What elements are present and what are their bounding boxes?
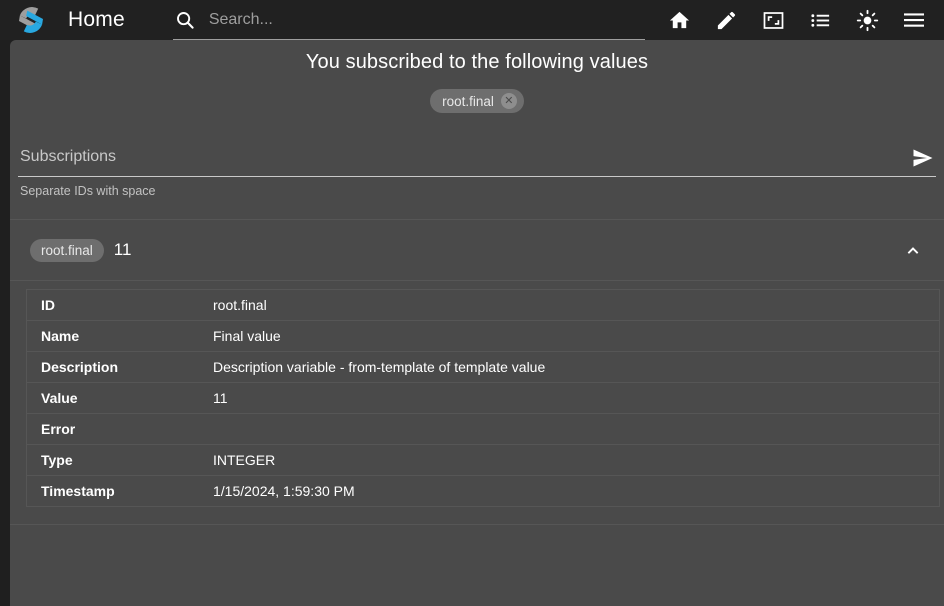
panel-chip-label: root.final <box>41 242 93 258</box>
subscriptions-input[interactable] <box>18 145 910 169</box>
detail-value: 1/15/2024, 1:59:30 PM <box>213 483 355 499</box>
panel-bottom-divider <box>10 524 944 525</box>
table-row: Timestamp 1/15/2024, 1:59:30 PM <box>27 476 940 507</box>
detail-value: Description variable - from-template of … <box>199 351 940 383</box>
detail-key: Value <box>26 382 199 414</box>
search-icon <box>175 10 195 30</box>
expansion-panel-body: ID root.final Name Final value Descripti… <box>10 281 944 507</box>
detail-key: ID <box>26 289 199 321</box>
table-row: Description Description variable - from-… <box>26 351 940 383</box>
table-row: Error <box>26 413 940 445</box>
table-row: Type INTEGER <box>26 444 940 476</box>
panel-chip: root.final <box>30 238 104 262</box>
panel-current-value: 11 <box>113 240 132 259</box>
detail-value <box>199 413 940 445</box>
detail-key: Timestamp <box>41 483 115 499</box>
content-card: You subscribed to the following values r… <box>10 40 944 606</box>
toolbar-icons <box>667 8 932 32</box>
hamburger-menu-icon[interactable] <box>902 8 926 32</box>
scada-s-logo-icon[interactable] <box>14 3 48 37</box>
search-bar[interactable] <box>172 0 645 40</box>
detail-value: Final value <box>199 320 940 352</box>
brightness-sun-icon[interactable] <box>855 8 879 32</box>
send-arrow-icon[interactable] <box>910 145 936 171</box>
table-row: Name Final value <box>26 320 940 352</box>
close-icon[interactable]: ✕ <box>500 93 517 109</box>
expansion-panel-header[interactable]: root.final 11 <box>10 220 944 280</box>
detail-value: root.final <box>199 289 940 321</box>
table-row: ID root.final <box>26 289 940 321</box>
detail-value: 11 <box>199 382 940 414</box>
subscriptions-field-hint: Separate IDs with space <box>20 184 156 198</box>
detail-key: Type <box>26 444 199 476</box>
detail-key: Error <box>26 413 199 445</box>
subscriptions-field-block: Separate IDs with space <box>10 145 944 198</box>
detail-value: INTEGER <box>199 444 940 476</box>
detail-key: Description <box>26 351 199 383</box>
list-icon[interactable] <box>808 8 832 32</box>
detail-table: ID root.final Name Final value Descripti… <box>26 289 940 507</box>
subscriptions-field-line <box>18 145 936 177</box>
subscribed-chip[interactable]: root.final ✕ <box>430 89 524 113</box>
subscribed-chip-label: root.final <box>442 93 494 109</box>
detail-key: Name <box>26 320 199 352</box>
page-title: Home <box>68 8 125 31</box>
home-icon[interactable] <box>667 8 691 32</box>
subscribed-title: You subscribed to the following values <box>305 51 649 73</box>
subscribed-chip-row: root.final ✕ <box>10 89 944 113</box>
app-bar: Home <box>0 0 944 40</box>
edit-pencil-icon[interactable] <box>714 8 738 32</box>
page-body: You subscribed to the following values r… <box>0 40 944 606</box>
fullscreen-icon[interactable] <box>761 8 785 32</box>
table-row: Value 11 <box>26 382 940 414</box>
chevron-up-icon[interactable] <box>902 239 924 261</box>
search-input[interactable] <box>208 6 645 33</box>
